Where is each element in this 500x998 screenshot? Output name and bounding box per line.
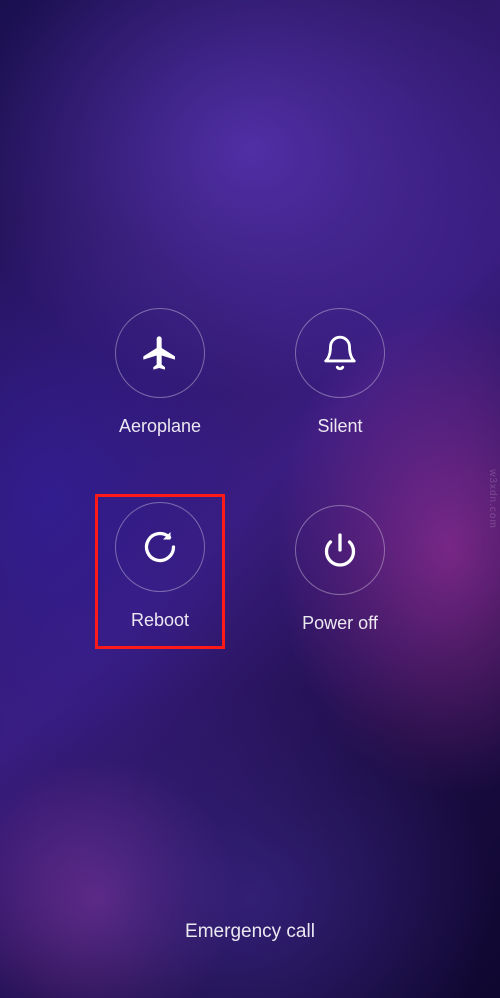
reboot-label: Reboot (131, 610, 189, 631)
poweroff-label: Power off (302, 613, 378, 634)
reboot-icon (142, 529, 178, 565)
aeroplane-icon (140, 333, 180, 373)
reboot-circle (115, 502, 205, 592)
poweroff-circle (295, 505, 385, 595)
aeroplane-label: Aeroplane (119, 416, 201, 437)
silent-option[interactable]: Silent (275, 300, 405, 449)
power-menu-grid: Aeroplane Silent Reboot (0, 300, 500, 646)
reboot-option[interactable]: Reboot (95, 494, 225, 649)
poweroff-option[interactable]: Power off (275, 497, 405, 646)
aeroplane-circle (115, 308, 205, 398)
silent-circle (295, 308, 385, 398)
power-icon (322, 532, 358, 568)
aeroplane-option[interactable]: Aeroplane (95, 300, 225, 449)
emergency-call-button[interactable]: Emergency call (0, 921, 500, 943)
bell-icon (321, 334, 359, 372)
watermark: w3xdn.com (487, 469, 498, 529)
silent-label: Silent (317, 416, 362, 437)
